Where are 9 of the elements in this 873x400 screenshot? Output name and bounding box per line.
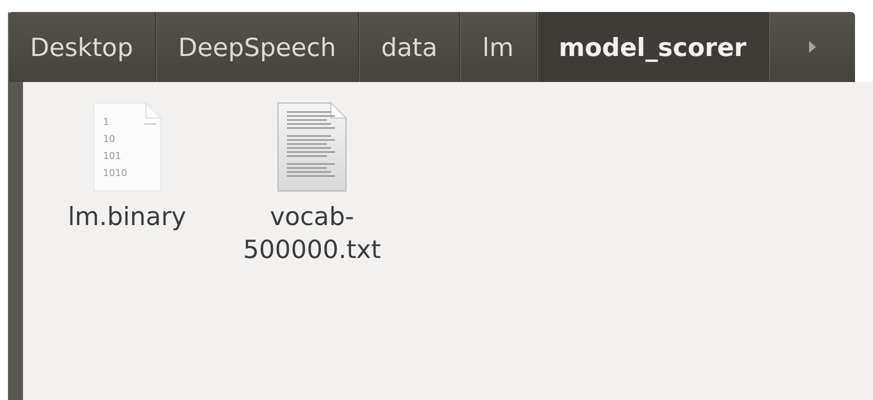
path-segment[interactable]: model_scorer: [536, 12, 770, 82]
binary-digits: 1 10 101 1010: [103, 116, 128, 181]
binary-file-icon: [92, 102, 162, 192]
triangle-right-icon: [808, 40, 817, 54]
file-item[interactable]: 1 10 101 1010 lm.binary: [42, 102, 212, 233]
file-item[interactable]: vocab-500000.txt: [227, 102, 397, 266]
file-name: lm.binary: [66, 201, 188, 233]
text-document-icon: [277, 102, 347, 192]
file-name: vocab-500000.txt: [242, 201, 382, 266]
